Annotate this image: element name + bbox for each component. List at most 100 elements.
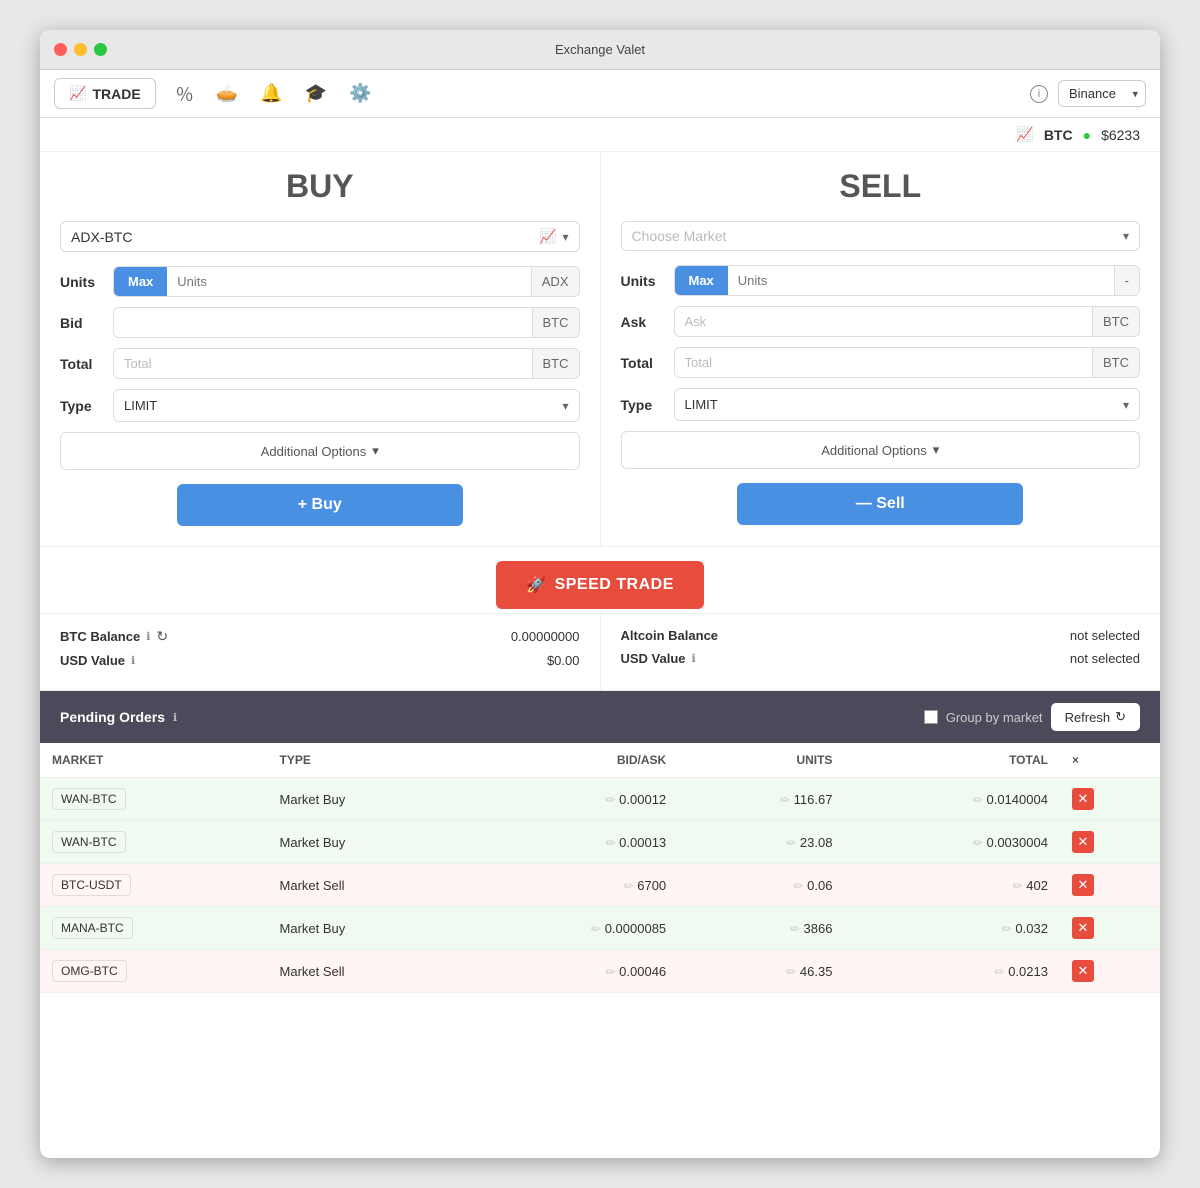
cell-bid-ask: ✏ 0.00013 [463,821,679,864]
cell-units: ✏ 116.67 [678,778,844,821]
cell-type: Market Buy [268,778,463,821]
group-by-checkbox[interactable] [924,710,938,724]
alt-usd-row: USD Value ℹ not selected [621,651,1141,666]
sell-button[interactable]: — Sell [737,483,1023,525]
delete-row-button[interactable]: ✕ [1072,788,1094,810]
buy-type-select-wrapper: LIMIT MARKET [113,389,580,422]
sell-max-button[interactable]: Max [675,266,728,295]
sell-type-select-wrapper: LIMIT MARKET [674,388,1141,421]
pending-orders-info-icon[interactable]: ℹ [173,711,177,724]
units-edit-icon[interactable]: ✏ [790,922,800,936]
exchange-selector-wrapper: Binance Bittrex Poloniex [1058,80,1146,107]
buy-additional-options-button[interactable]: Additional Options ▾ [60,432,580,470]
altcoin-balance-label: Altcoin Balance [621,628,719,643]
market-badge: OMG-BTC [52,960,127,982]
cell-bid-ask: ✏ 0.0000085 [463,907,679,950]
refresh-button[interactable]: Refresh ↻ [1051,703,1140,731]
refresh-label: Refresh [1065,710,1111,725]
bid-edit-icon[interactable]: ✏ [606,793,616,807]
buy-total-input[interactable] [114,349,532,378]
total-edit-icon[interactable]: ✏ [973,793,983,807]
alt-usd-info-icon[interactable]: ℹ [692,652,696,665]
bid-edit-icon[interactable]: ✏ [591,922,601,936]
cell-type: Market Buy [268,821,463,864]
sell-units-input[interactable] [728,266,1114,295]
bid-edit-icon[interactable]: ✏ [624,879,634,893]
buy-bid-row: Bid 0.00002702 BTC [60,307,580,338]
bid-edit-icon[interactable]: ✏ [606,965,616,979]
col-market: MARKET [40,743,268,778]
buy-max-button[interactable]: Max [114,267,167,296]
total-edit-icon[interactable]: ✏ [1013,879,1023,893]
units-edit-icon[interactable]: ✏ [780,793,790,807]
delete-row-button[interactable]: ✕ [1072,831,1094,853]
cell-type: Market Sell [268,864,463,907]
sell-title: SELL [621,168,1141,205]
sell-total-input[interactable] [675,348,1093,377]
units-edit-icon[interactable]: ✏ [793,879,803,893]
buy-bid-input[interactable]: 0.00002702 [114,308,532,337]
buy-type-select[interactable]: LIMIT MARKET [114,390,579,421]
buy-buttons-row: + Buy [60,484,580,526]
speed-trade-label: SPEED TRADE [555,576,674,594]
buy-bid-input-group: 0.00002702 BTC [113,307,580,338]
sell-units-label: Units [621,273,666,289]
info-icon[interactable]: i [1030,85,1048,103]
buy-type-row: Type LIMIT MARKET [60,389,580,422]
sell-market-selector[interactable]: Choose Market ▾ [621,221,1141,251]
percent-icon[interactable]: ％ [176,81,194,107]
buy-units-input[interactable] [167,267,530,296]
orders-table: MARKET TYPE BID/ASK UNITS TOTAL × WAN-BT… [40,743,1160,993]
pending-orders-title: Pending Orders [60,709,165,725]
sell-buttons-row: — Sell [621,483,1141,525]
total-edit-icon[interactable]: ✏ [1002,922,1012,936]
traffic-lights [54,43,107,56]
units-edit-icon[interactable]: ✏ [786,965,796,979]
sell-type-select[interactable]: LIMIT MARKET [675,389,1140,420]
delete-row-button[interactable]: ✕ [1072,917,1094,939]
delete-row-button[interactable]: ✕ [1072,874,1094,896]
col-bid-ask: BID/ASK [463,743,679,778]
btc-balance-info-icon[interactable]: ℹ [146,630,150,643]
tab-trade-label: TRADE [92,86,140,102]
buy-button[interactable]: + Buy [177,484,463,526]
sell-additional-options-button[interactable]: Additional Options ▾ [621,431,1141,469]
tab-trade[interactable]: 📈 TRADE [54,78,156,109]
trend-icon: 📈 [69,85,86,102]
btc-balance-refresh-icon[interactable]: ↻ [156,628,168,645]
total-edit-icon[interactable]: ✏ [973,836,983,850]
bell-icon[interactable]: 🔔 [260,83,282,104]
balance-section: BTC Balance ℹ ↻ 0.00000000 USD Value ℹ $… [40,614,1160,691]
btc-usd-info-icon[interactable]: ℹ [131,654,135,667]
balance-col-left: BTC Balance ℹ ↻ 0.00000000 USD Value ℹ $… [40,614,601,690]
speed-trade-button[interactable]: 🚀 SPEED TRADE [496,561,704,609]
sell-units-input-group: Max - [674,265,1141,296]
speed-trade-icon: 🚀 [526,575,546,595]
cell-market: WAN-BTC [40,778,268,821]
gear-icon[interactable]: ⚙️ [349,83,371,104]
altcoin-balance-value: not selected [1070,628,1140,643]
cell-units: ✏ 23.08 [678,821,844,864]
table-row: WAN-BTC Market Buy ✏ 0.00012 ✏ 116.67 ✏ … [40,778,1160,821]
sell-additional-options-arrow: ▾ [933,442,940,458]
market-badge: BTC-USDT [52,874,131,896]
pie-chart-icon[interactable]: 🥧 [216,83,238,104]
maximize-button[interactable] [94,43,107,56]
graduation-icon[interactable]: 🎓 [305,83,327,104]
sell-ask-input-group: BTC [674,306,1141,337]
bid-edit-icon[interactable]: ✏ [606,836,616,850]
buy-market-selector[interactable]: ADX-BTC 📈 ▾ [60,221,580,252]
total-edit-icon[interactable]: ✏ [995,965,1005,979]
sell-ask-input[interactable] [675,307,1093,336]
price-status-dot: ● [1083,127,1091,143]
close-button[interactable] [54,43,67,56]
delete-row-button[interactable]: ✕ [1072,960,1094,982]
cell-total: ✏ 0.0030004 [844,821,1060,864]
minimize-button[interactable] [74,43,87,56]
market-badge: WAN-BTC [52,831,126,853]
col-delete: × [1060,743,1160,778]
exchange-select[interactable]: Binance Bittrex Poloniex [1058,80,1146,107]
cell-market: MANA-BTC [40,907,268,950]
sell-type-label: Type [621,397,666,413]
units-edit-icon[interactable]: ✏ [786,836,796,850]
